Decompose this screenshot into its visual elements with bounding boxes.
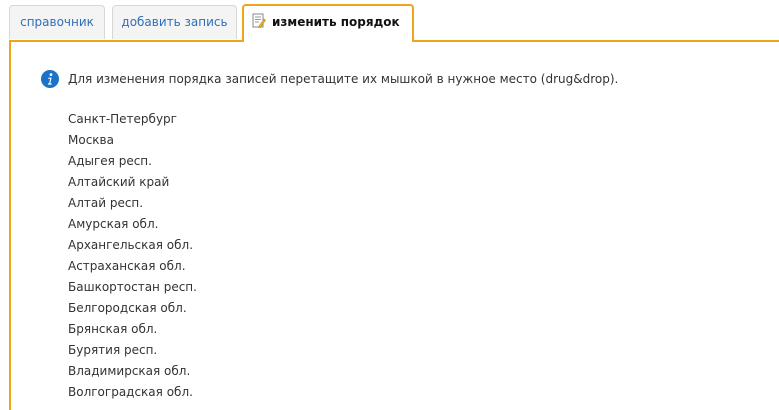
tab-bar: справочник добавить запись изменить поря…	[0, 0, 779, 42]
list-item[interactable]: Волгоградская обл.	[68, 382, 197, 403]
info-message: Для изменения порядка записей перетащите…	[41, 69, 618, 89]
list-item[interactable]: Амурская обл.	[68, 214, 197, 235]
list-item[interactable]: Санкт-Петербург	[68, 109, 197, 130]
edit-document-icon	[252, 13, 266, 28]
info-text: Для изменения порядка записей перетащите…	[68, 72, 619, 86]
list-item[interactable]: Башкортостан респ.	[68, 277, 197, 298]
list-item[interactable]: Астраханская обл.	[68, 256, 197, 277]
list-item[interactable]: Адыгея респ.	[68, 151, 197, 172]
list-item[interactable]: Архангельская обл.	[68, 235, 197, 256]
list-item[interactable]: Алтайский край	[68, 172, 197, 193]
list-item[interactable]: Владимирская обл.	[68, 361, 197, 382]
list-item[interactable]: Белгородская обл.	[68, 298, 197, 319]
tab-add-record[interactable]: добавить запись	[112, 5, 237, 39]
tab-reference[interactable]: справочник	[9, 5, 105, 39]
list-item[interactable]: Алтай респ.	[68, 193, 197, 214]
tab-change-order[interactable]: изменить порядок	[242, 4, 414, 42]
sortable-region-list: Санкт-Петербург Москва Адыгея респ. Алтайск…	[68, 109, 197, 403]
list-item[interactable]: Брянская обл.	[68, 319, 197, 340]
order-panel: Для изменения порядка записей перетащите…	[9, 40, 779, 410]
tab-change-order-label: изменить порядок	[272, 15, 400, 29]
info-icon	[41, 70, 59, 88]
list-item[interactable]: Москва	[68, 130, 197, 151]
list-item[interactable]: Бурятия респ.	[68, 340, 197, 361]
order-editor: справочник добавить запись изменить поря…	[0, 0, 779, 410]
